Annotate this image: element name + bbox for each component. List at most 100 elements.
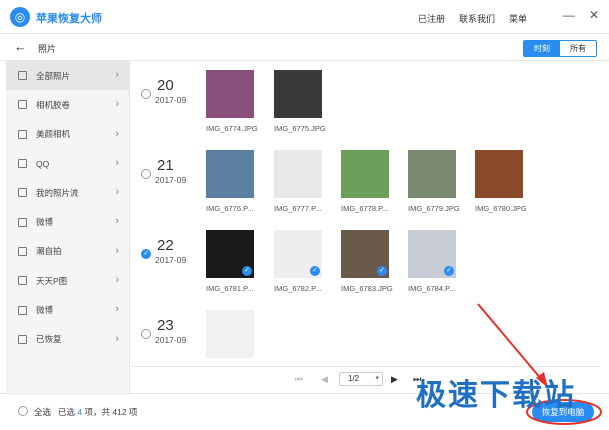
sidebar-item[interactable]: 微博 › xyxy=(6,207,129,236)
registered-link[interactable]: 已注册 xyxy=(418,12,445,25)
day-number: 20 xyxy=(157,77,174,94)
date-group: 21 2017-09 IMG_6776.P... IMG_6777.P... IMG_6… xyxy=(131,141,599,221)
image-icon xyxy=(18,129,27,139)
chevron-right-icon: › xyxy=(115,244,119,257)
chevron-right-icon: › xyxy=(115,127,119,140)
chevron-right-icon: › xyxy=(115,303,119,316)
sidebar-item-label: 已恢复 xyxy=(36,334,62,345)
view-toggle: 时刻 所有 xyxy=(523,40,597,57)
check-icon: ✓ xyxy=(377,266,387,276)
tab-moments[interactable]: 时刻 xyxy=(524,41,560,56)
image-icon xyxy=(18,246,27,256)
app-logo-icon: ◎ xyxy=(10,7,30,27)
check-icon: ✓ xyxy=(310,266,320,276)
minimize-icon[interactable]: — xyxy=(563,8,575,22)
sidebar-item-label: QQ xyxy=(36,158,50,169)
selection-count: 4 xyxy=(77,407,83,417)
sidebar-item[interactable]: 我的照片流 › xyxy=(6,178,129,207)
sidebar-item[interactable]: 全部照片 › xyxy=(6,61,129,91)
prev-page-icon[interactable]: ◀ xyxy=(321,374,328,385)
sidebar-item[interactable]: QQ › xyxy=(6,149,129,178)
photo-filename: IMG_6782.P... xyxy=(274,284,322,293)
group-select-radio[interactable] xyxy=(141,89,151,99)
chevron-right-icon: › xyxy=(115,186,119,199)
year-month: 2017-09 xyxy=(155,95,187,105)
year-month: 2017-09 xyxy=(155,335,187,345)
image-icon xyxy=(18,100,27,110)
year-month: 2017-09 xyxy=(155,255,187,265)
sidebar-item[interactable]: 天天P图 › xyxy=(6,266,129,295)
next-page-icon[interactable]: ▶ xyxy=(391,374,398,385)
photo-thumbnail[interactable]: ✓ xyxy=(206,230,254,278)
chevron-right-icon: › xyxy=(115,98,119,111)
menu-link[interactable]: 菜单 xyxy=(509,12,527,25)
photo-thumbnail[interactable]: ✓ xyxy=(274,230,322,278)
image-icon xyxy=(18,334,27,344)
photo-filename: IMG_6777.P... xyxy=(274,204,322,213)
page-title: 照片 xyxy=(38,44,57,54)
day-number: 22 xyxy=(157,237,174,254)
photo-thumbnail[interactable] xyxy=(274,70,322,118)
contact-link[interactable]: 联系我们 xyxy=(459,12,495,25)
photo-thumbnail[interactable]: ✓ xyxy=(408,230,456,278)
image-icon xyxy=(18,276,27,286)
title-bar: ◎ 苹果恢复大师 已注册 联系我们 菜单 — ✕ xyxy=(0,0,609,34)
sidebar-item-label: 美颜相机 xyxy=(36,129,71,140)
top-links: 已注册 联系我们 菜单 xyxy=(418,12,527,25)
first-page-icon[interactable]: ⏮ xyxy=(295,374,303,385)
sidebar-item[interactable]: 美颜相机 › xyxy=(6,120,129,149)
image-icon xyxy=(18,217,27,227)
photo-filename: IMG_6778.P... xyxy=(341,204,389,213)
check-icon: ✓ xyxy=(444,266,454,276)
app-title: 苹果恢复大师 xyxy=(36,13,102,25)
select-all-label[interactable]: 全选 xyxy=(34,406,51,418)
sidebar-item[interactable]: 潮自拍 › xyxy=(6,237,129,266)
chevron-right-icon: › xyxy=(115,215,119,228)
chevron-right-icon: › xyxy=(115,274,119,287)
day-number: 23 xyxy=(157,317,174,334)
photo-thumbnail[interactable] xyxy=(206,310,254,358)
chevron-right-icon: › xyxy=(115,332,119,345)
sidebar-item-label: 相机胶卷 xyxy=(36,99,71,110)
page-select[interactable]: 1/2 ▾ xyxy=(339,372,383,386)
photo-thumbnail[interactable] xyxy=(475,150,523,198)
back-arrow-icon[interactable]: ← xyxy=(14,39,27,54)
sidebar-item[interactable]: 已恢复 › xyxy=(6,325,129,354)
selection-total: 项，共 412 项 xyxy=(84,407,138,417)
watermark-text: 极速下载站 xyxy=(416,379,576,412)
page-indicator: 1/2 xyxy=(348,374,360,383)
document-icon xyxy=(18,71,27,81)
chevron-right-icon: › xyxy=(115,69,119,81)
photo-thumbnail[interactable] xyxy=(341,150,389,198)
sidebar-item-label: 全部照片 xyxy=(36,70,71,81)
sidebar-item[interactable]: 相机胶卷 › xyxy=(6,90,129,119)
chevron-down-icon: ▾ xyxy=(375,375,379,382)
image-icon xyxy=(18,305,27,315)
group-select-radio[interactable] xyxy=(141,169,151,179)
sidebar-item-label: 潮自拍 xyxy=(36,246,62,257)
sidebar-item-label: 微博 xyxy=(36,217,54,228)
photo-filename: IMG_6784.P... xyxy=(408,284,456,293)
selection-status: 已选 4 项，共 412 项 xyxy=(58,406,137,418)
image-icon xyxy=(18,159,27,169)
photo-filename: IMG_6775.JPG xyxy=(274,124,326,133)
photo-thumbnail[interactable] xyxy=(408,150,456,198)
sidebar-item-label: 天天P图 xyxy=(36,275,68,286)
photo-thumbnail[interactable] xyxy=(206,150,254,198)
sub-header: ← 照片 时刻 所有 xyxy=(0,35,609,61)
tab-all[interactable]: 所有 xyxy=(560,41,596,56)
photo-thumbnail[interactable]: ✓ xyxy=(341,230,389,278)
photo-filename: IMG_6781.P... xyxy=(206,284,254,293)
selection-prefix: 已选 xyxy=(58,407,76,417)
check-icon: ✓ xyxy=(242,266,252,276)
sidebar-item-label: 微博 xyxy=(36,305,54,316)
close-icon[interactable]: ✕ xyxy=(589,8,599,22)
window-controls: — ✕ xyxy=(563,8,599,22)
select-all-radio[interactable] xyxy=(18,406,28,416)
group-select-radio[interactable] xyxy=(141,329,151,339)
photo-thumbnail[interactable] xyxy=(206,70,254,118)
group-select-radio[interactable]: ✓ xyxy=(141,249,151,259)
sidebar-item[interactable]: 微博 › xyxy=(6,295,129,324)
photo-filename: IMG_6776.P... xyxy=(206,204,254,213)
photo-thumbnail[interactable] xyxy=(274,150,322,198)
